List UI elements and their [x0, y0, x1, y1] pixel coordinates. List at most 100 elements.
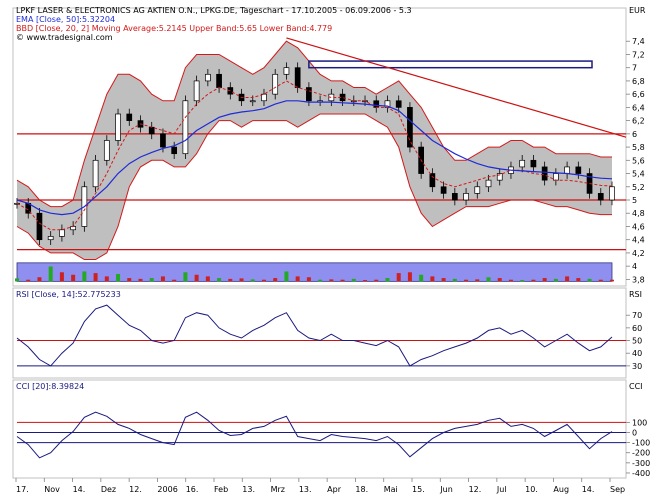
candle-body [294, 67, 301, 88]
volume-bar [430, 276, 435, 282]
volume-bar [104, 276, 109, 282]
candle-body [283, 67, 290, 75]
candle-body [182, 100, 189, 155]
x-tick-label: 13. [242, 485, 255, 494]
candle-body [148, 126, 155, 135]
volume-bar [363, 280, 368, 282]
volume-bar [318, 279, 323, 282]
x-tick-label: 15. [412, 485, 425, 494]
cci-tick-label: -100 [632, 439, 650, 448]
volume-bar [553, 278, 558, 282]
rsi-legend: RSI [Close, 14]:52.775233 [16, 290, 121, 299]
volume-bar [217, 278, 222, 282]
volume-bar [284, 271, 289, 282]
volume-bar [59, 272, 64, 282]
cci-legend: CCI [20]:8.39824 [16, 382, 84, 391]
volume-bar [138, 278, 143, 282]
x-tick-label: Nov [44, 485, 60, 494]
x-tick-label: 12. [469, 485, 482, 494]
x-tick-label: Dez [101, 485, 116, 494]
x-tick-label: 14. [582, 485, 595, 494]
x-tick-label: Mai [384, 485, 398, 494]
candle-body [575, 166, 582, 174]
x-tick-label: Mrz [271, 485, 285, 494]
source-label: © www.tradesignal.com [16, 33, 113, 42]
volume-bar [71, 274, 76, 282]
volume-bar [273, 278, 278, 282]
candle-body [407, 107, 413, 148]
x-tick-label: 18. [355, 485, 368, 494]
price-tick-label: 4,4 [632, 236, 645, 245]
volume-bar [374, 279, 379, 282]
rsi-tag: RSI [629, 290, 642, 299]
candle-body [92, 159, 99, 188]
candle-body [272, 73, 279, 95]
volume-bar [464, 279, 469, 282]
volume-bar [183, 272, 188, 282]
rsi-tick-label: 30 [632, 362, 642, 371]
volume-bar [497, 278, 502, 282]
x-tick-label: 12. [129, 485, 142, 494]
volume-bar [598, 279, 603, 282]
rsi-tick-label: 50 [632, 337, 642, 346]
volume-bar [26, 279, 31, 282]
candle-body [59, 229, 65, 237]
candle-body [126, 113, 133, 121]
candle-body [440, 186, 447, 194]
volume-bar [385, 278, 390, 282]
price-tick-label: 6,8 [632, 77, 645, 86]
price-tick-label: 4,8 [632, 209, 645, 218]
volume-bar [407, 272, 412, 282]
volume-bar [172, 279, 177, 282]
x-tick-label: 16. [186, 485, 199, 494]
candle-body [429, 173, 436, 188]
price-tick-label: 3,8 [632, 275, 645, 284]
volume-bar [520, 280, 525, 282]
volume-bar [194, 274, 199, 282]
price-tick-label: 5,6 [632, 156, 645, 165]
volume-bar [396, 273, 401, 282]
candle-body [249, 100, 256, 103]
candle-body [519, 159, 526, 168]
x-tick-label: Jun [439, 485, 453, 494]
volume-bar [261, 279, 266, 282]
volume-bar [508, 279, 513, 282]
cci-tick-label: -300 [632, 459, 650, 468]
x-tick-label: 17. [16, 485, 29, 494]
x-tick-label: Apr [327, 485, 342, 494]
volume-bar [441, 278, 446, 282]
price-tick-label: 6,2 [632, 117, 645, 126]
candle-body [306, 87, 312, 102]
volume-bar [486, 277, 491, 282]
candle-body [171, 146, 178, 155]
candle-body [193, 80, 200, 102]
candle-body [395, 100, 402, 108]
x-tick-label: Jul [496, 485, 507, 494]
x-tick-label: 2006 [157, 485, 177, 494]
volume-bar [116, 273, 121, 282]
candle-body [564, 166, 570, 174]
volume-bar [340, 279, 345, 282]
rsi-tick-label: 60 [632, 324, 642, 333]
volume-bar [93, 273, 98, 282]
cci-tick-label: 100 [632, 418, 647, 427]
price-tick-label: 5,2 [632, 183, 645, 192]
rsi-tick-label: 70 [632, 311, 642, 320]
rsi-tick-label: 40 [632, 349, 642, 358]
volume-bar [127, 278, 132, 282]
x-tick-label: 14. [73, 485, 86, 494]
chart-title: LPKF LASER & ELECTRONICS AG AKTIEN O.N.,… [16, 6, 412, 15]
volume-bar [205, 276, 210, 282]
volume-bar [531, 279, 536, 282]
cci-tick-label: 0 [632, 428, 637, 437]
volume-bar [149, 278, 154, 282]
currency-label: EUR [629, 6, 646, 15]
candle-body [373, 100, 380, 108]
volume-bar [306, 277, 311, 282]
candle-body [451, 193, 458, 201]
volume-bar [610, 279, 614, 282]
cci-tick-label: -200 [632, 449, 650, 458]
price-tick-label: 6,6 [632, 90, 645, 99]
candle-body [474, 186, 481, 194]
candle-body [160, 133, 166, 148]
